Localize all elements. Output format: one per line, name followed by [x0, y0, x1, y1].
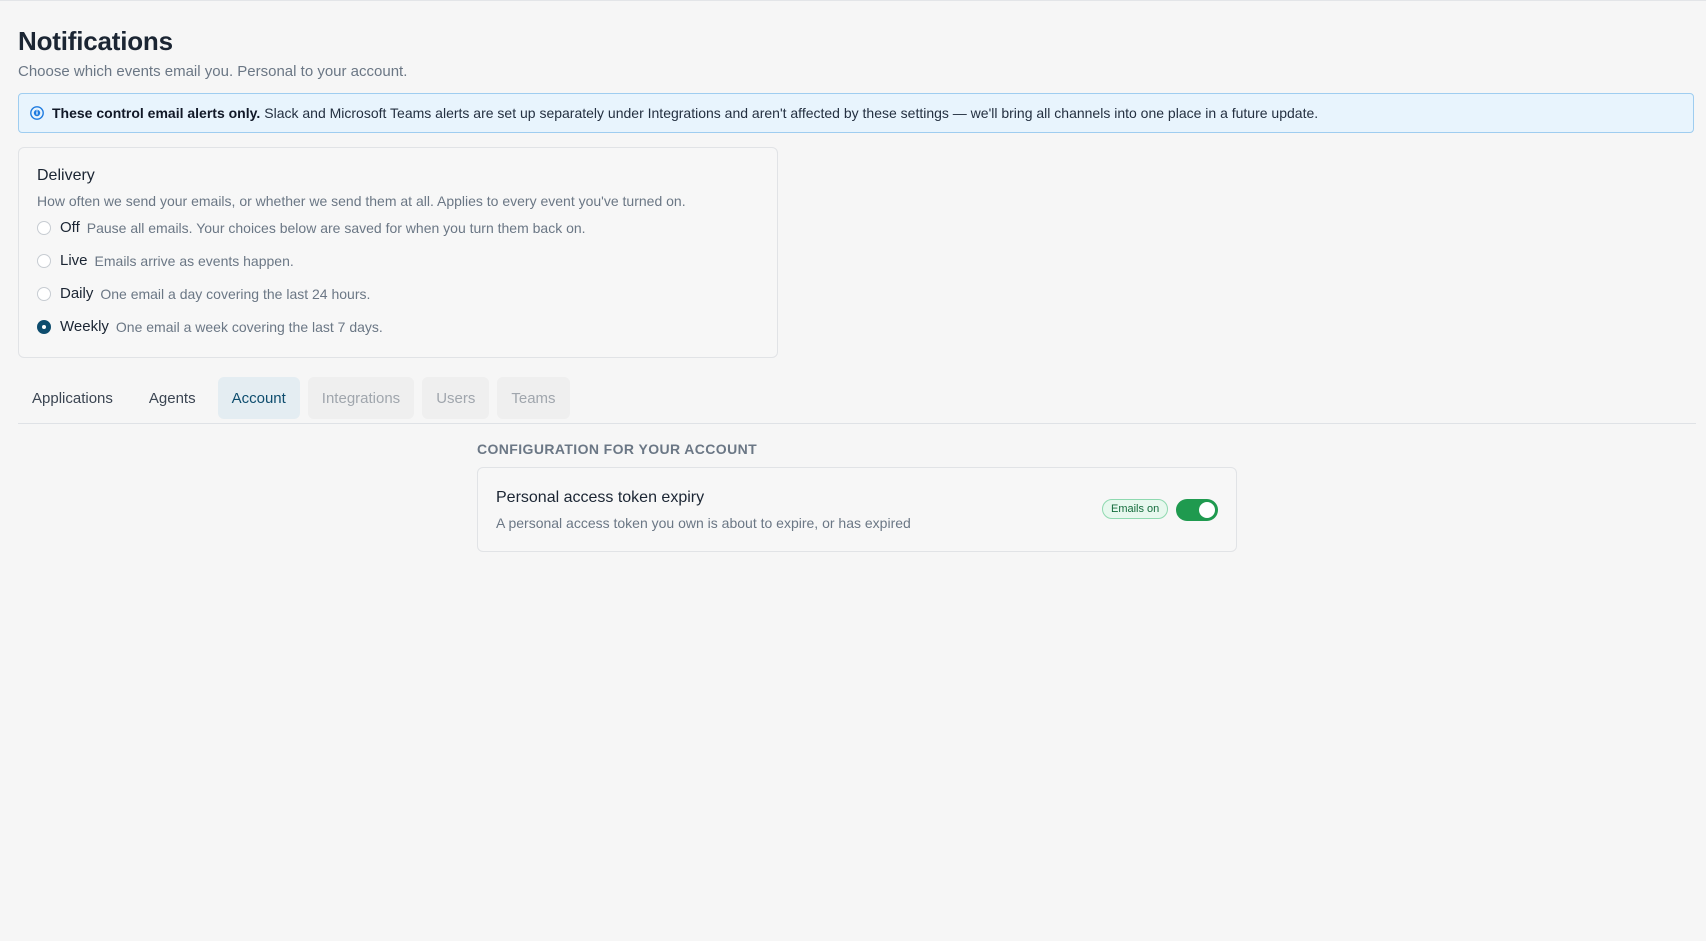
radio-help-daily: One email a day covering the last 24 hou…: [100, 285, 371, 302]
radio-label-daily: Daily: [60, 285, 94, 302]
radio-weekly-selected[interactable]: [37, 319, 51, 334]
delivery-option-weekly[interactable]: Weekly One email a week covering the las…: [37, 318, 383, 335]
tab-agents[interactable]: Agents: [135, 377, 210, 419]
tab-users[interactable]: Users: [422, 377, 490, 419]
info-icon: [30, 106, 44, 120]
page-subtitle: Choose which events email you. Personal …: [18, 63, 408, 80]
setting-description: A personal access token you own is about…: [496, 515, 911, 531]
section-heading: CONFIGURATION FOR YOUR ACCOUNT: [477, 441, 758, 457]
tabs-divider: [18, 423, 1696, 424]
banner-emphasis: These control email alerts only.: [52, 105, 261, 121]
status-badge: Emails on: [1102, 499, 1169, 519]
radio-help-off: Pause all emails. Your choices below are…: [86, 219, 586, 236]
radio-off[interactable]: [37, 220, 51, 235]
page-title: Notifications: [18, 26, 173, 56]
delivery-title: Delivery: [37, 167, 95, 184]
delivery-card: Delivery How often we send your emails, …: [18, 147, 778, 358]
info-banner: These control email alerts only. Slack a…: [18, 93, 1694, 133]
radio-label-weekly: Weekly: [60, 318, 109, 335]
delivery-description: How often we send your emails, or whethe…: [37, 193, 686, 209]
delivery-option-live[interactable]: Live Emails arrive as events happen.: [37, 252, 294, 269]
banner-text: Slack and Microsoft Teams alerts are set…: [264, 105, 1319, 121]
delivery-option-off[interactable]: Off Pause all emails. Your choices below…: [37, 219, 586, 236]
radio-label-off: Off: [60, 219, 80, 236]
tab-teams[interactable]: Teams: [497, 377, 570, 419]
top-divider: [0, 0, 1706, 1]
tab-account[interactable]: Account: [217, 377, 300, 419]
tab-integrations[interactable]: Integrations: [307, 377, 415, 419]
category-tabs: Applications Agents Account Integrations…: [18, 377, 578, 419]
radio-help-live: Emails arrive as events happen.: [94, 252, 294, 269]
toggle-knob: [1199, 502, 1215, 518]
setting-card-token-expiry: Personal access token expiry A personal …: [477, 467, 1237, 552]
radio-label-live: Live: [60, 252, 88, 269]
radio-help-weekly: One email a week covering the last 7 day…: [115, 318, 383, 335]
radio-daily[interactable]: [37, 286, 51, 301]
radio-live[interactable]: [37, 253, 51, 268]
email-toggle[interactable]: [1176, 499, 1218, 521]
delivery-option-daily[interactable]: Daily One email a day covering the last …: [37, 285, 370, 302]
setting-title: Personal access token expiry: [496, 489, 705, 506]
tab-applications[interactable]: Applications: [18, 377, 127, 419]
